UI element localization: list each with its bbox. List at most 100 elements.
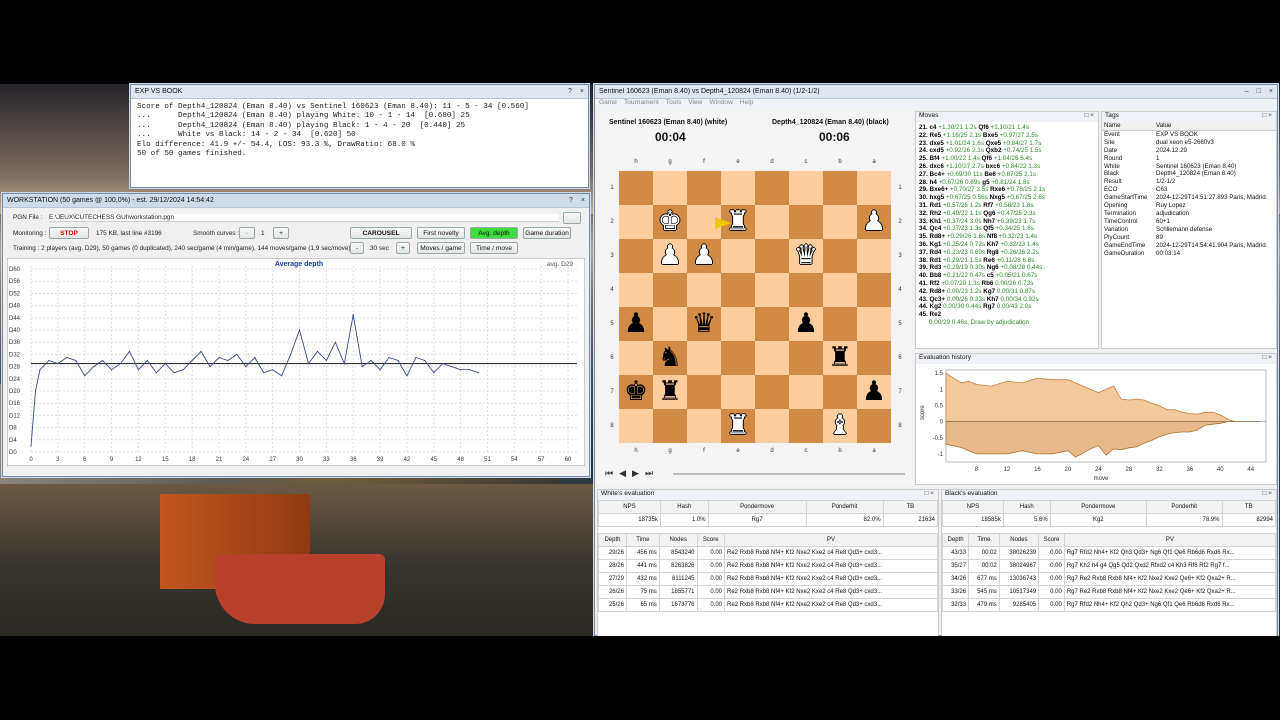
white-move[interactable]: Kg2 [930, 303, 942, 310]
board-square[interactable] [687, 341, 721, 375]
board-square[interactable]: ♝ [823, 409, 857, 443]
black-move[interactable]: Rb6 [982, 280, 994, 287]
pv-row[interactable]: 25/26 65 ms 1673776 0.00 Re2 Rxb8 Rxb8 Nf4+ … [598, 598, 938, 612]
move-row[interactable]: 38. Rd1 +0.29/21 1.5s Re6 +0.11/28 6.8s [919, 257, 1098, 265]
chess-board[interactable]: ♚ ♜ ♟ ♟ ♟ ♛ ♟ ♛ ♟ ♞ ♜ ♚ ♜ ♟ ♜ ♝ [619, 171, 891, 443]
white-move[interactable]: Rd8+ [930, 288, 946, 295]
black-move[interactable]: Be6 [984, 171, 996, 178]
white-move[interactable]: dxe5 [930, 140, 944, 147]
move-row[interactable]: 32. Rh2 +0.49/22 1.1s Qg6 +0.47/25 2.3s [919, 210, 1098, 218]
board-square[interactable]: ♟ [857, 375, 891, 409]
black-move[interactable]: Kg7 [983, 288, 995, 295]
white-move[interactable]: Rd8+ [930, 233, 946, 240]
black-move[interactable]: Qxe5 [986, 140, 1001, 147]
board-square[interactable] [857, 307, 891, 341]
board-square[interactable]: ♛ [687, 307, 721, 341]
board-square[interactable] [857, 409, 891, 443]
tag-row[interactable]: White Sentinel 160623 (Eman 8.40) [1102, 163, 1276, 171]
moves-per-game-button[interactable]: Moves / game [417, 242, 465, 254]
black-move[interactable]: Qg6 [983, 210, 995, 217]
black-rook-icon[interactable]: ♜ [658, 375, 682, 409]
white-pawn-icon[interactable]: ♟ [658, 239, 682, 273]
tag-row[interactable]: ECO C63 [1102, 186, 1276, 194]
black-move[interactable]: Re6 [983, 257, 995, 264]
board-square[interactable]: ♚ [619, 375, 653, 409]
board-square[interactable] [687, 171, 721, 205]
board-square[interactable] [755, 273, 789, 307]
move-row[interactable]: 21. c4 +1.30/21 1.2s Qf6 +1.10/21 1.4s [919, 124, 1098, 132]
sec-minus-button[interactable]: - [350, 242, 364, 254]
pv-row[interactable]: 33/26 545 ms 10517349 0.00 Rg7 Re2 Rxb8 Rxb8… [942, 585, 1276, 599]
panel-close-icon[interactable]: □ × [1262, 490, 1276, 500]
smooth-plus-button[interactable]: + [273, 227, 289, 239]
board-square[interactable] [619, 273, 653, 307]
first-move-icon[interactable]: ⏮ [605, 468, 613, 479]
pv-row[interactable]: 27/29 432 ms 8111245 0.00 Re2 Rxb8 Rxb8 Nf4+… [598, 572, 938, 586]
tag-row[interactable]: GameEndTime 2024-12-29T14:54:41.904 Paris… [1102, 242, 1276, 250]
board-square[interactable] [721, 341, 755, 375]
move-row[interactable]: 25. Bf4 +1.00/22 1.4s Qf6 +1.04/26 6.4s [919, 155, 1098, 163]
menu-game[interactable]: Game [599, 99, 617, 109]
black-king-icon[interactable]: ♚ [624, 375, 648, 409]
move-row[interactable]: 35. Rd8+ +0.29/26 1.6s Nf8 +0.32/23 1.4s [919, 233, 1098, 241]
black-move[interactable]: Bxe5 [983, 132, 998, 139]
move-row[interactable]: 42. Rd8+ 0.00/23 1.2s Kg7 0.00/31 0.87s [919, 288, 1098, 296]
tag-row[interactable]: TimeControl 60+1 [1102, 218, 1276, 226]
white-pawn-icon[interactable]: ♟ [862, 205, 886, 239]
board-square[interactable] [789, 375, 823, 409]
black-move[interactable]: Nh7 [983, 218, 995, 225]
black-rook-icon[interactable]: ♜ [828, 341, 852, 375]
black-move[interactable]: Kh7 [987, 241, 999, 248]
board-square[interactable]: ♞ [653, 341, 687, 375]
tag-row[interactable]: PlyCount 89 [1102, 234, 1276, 242]
close-icon[interactable]: × [581, 197, 585, 204]
pv-row[interactable]: 28/26 441 ms 8263826 0.00 Re2 Rxb8 Rxb8 Nf4+… [598, 559, 938, 573]
board-square[interactable] [789, 273, 823, 307]
panel-close-icon[interactable]: □ × [1262, 354, 1276, 364]
board-square[interactable] [857, 273, 891, 307]
black-pawn-icon[interactable]: ♟ [862, 375, 886, 409]
pv-row[interactable]: 43/33 00:02 38026239 0.00 Rg7 Rfd2 Nh4+ Kf2 … [942, 546, 1276, 560]
pv-row[interactable]: 26/26 75 ms 1855771 0.00 Re2 Rxb8 Rxb8 Nf4+ … [598, 585, 938, 599]
white-move[interactable]: Rd3 [930, 264, 942, 271]
previous-move-icon[interactable]: ◀ [619, 468, 626, 479]
board-square[interactable] [823, 375, 857, 409]
board-square[interactable] [755, 239, 789, 273]
menu-view[interactable]: View [688, 99, 702, 109]
white-move[interactable]: Qc4 [930, 225, 942, 232]
white-move[interactable]: Rf2 [930, 280, 940, 287]
tag-row[interactable]: GameStartTime 2024-12-29T14:51:27.893 Par… [1102, 194, 1276, 202]
board-square[interactable] [857, 171, 891, 205]
exp-title-bar[interactable]: EXP VS BOOK ? × [131, 85, 588, 99]
move-row[interactable]: 23. dxe5 +1.01/24 1.6s Qxe5 +0.84/27 1.7… [919, 140, 1098, 148]
board-square[interactable] [721, 239, 755, 273]
white-move[interactable]: cxd5 [930, 147, 944, 154]
black-move[interactable]: bxc6 [986, 163, 1000, 170]
board-square[interactable] [721, 375, 755, 409]
white-move[interactable]: Re2 [930, 311, 942, 318]
pv-row[interactable]: 29/26 456 ms 8543240 0.00 Re2 Rxb8 Rxb8 Nf4+… [598, 546, 938, 560]
board-square[interactable]: ♟ [789, 307, 823, 341]
move-row[interactable]: 44. Kg2 0.00/30 0.44s Rg7 0.00/43 2.0s [919, 303, 1098, 311]
board-square[interactable] [789, 341, 823, 375]
board-square[interactable] [789, 205, 823, 239]
board-square[interactable] [687, 409, 721, 443]
board-square[interactable] [721, 307, 755, 341]
black-move[interactable]: Ng6 [987, 264, 999, 271]
panel-close-icon[interactable]: □ × [924, 490, 938, 500]
white-move[interactable]: Bf4 [930, 155, 940, 162]
black-move[interactable]: Kh7 [987, 296, 999, 303]
move-row[interactable]: 37. Rd4 +0.23/23 0.69s Rg8 +0.26/26 2.2s [919, 249, 1098, 257]
workstation-title-bar[interactable]: WORKSTATION (50 games @ 100,0%) - est. 2… [3, 194, 589, 208]
help-button[interactable]: ? [568, 88, 572, 95]
board-square[interactable] [619, 409, 653, 443]
move-row[interactable]: 41. Rf2 +0.07/20 1.3s Rb6 0.00/26 0.73s [919, 280, 1098, 288]
move-row[interactable]: 36. Kg1 +0.25/24 0.72s Kh7 +0.32/23 1.4s [919, 241, 1098, 249]
board-square[interactable] [823, 307, 857, 341]
black-queen-icon[interactable]: ♛ [692, 307, 716, 341]
white-move[interactable]: Rd4 [930, 249, 942, 256]
board-square[interactable]: ♟ [653, 239, 687, 273]
white-move[interactable]: hxg5 [930, 194, 945, 201]
board-square[interactable] [619, 205, 653, 239]
white-move[interactable]: Bxe6+ [930, 186, 949, 193]
